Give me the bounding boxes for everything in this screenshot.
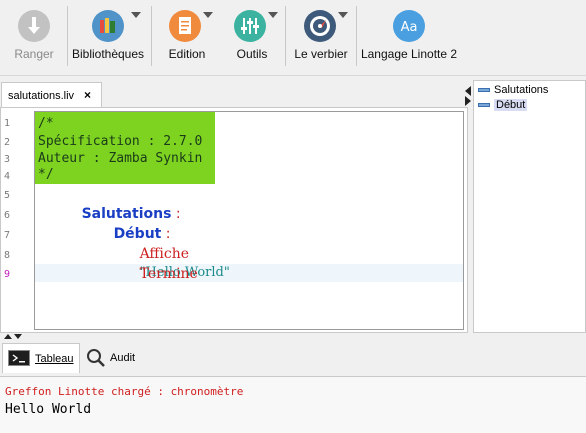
collapse-left-arrow-icon[interactable] xyxy=(465,86,471,96)
tab-audit-label: Audit xyxy=(110,352,136,364)
code-line: Auteur : Zamba Synkin xyxy=(38,151,203,166)
bibliotheques-label: Bibliothèques xyxy=(71,47,145,61)
splitter-up-arrow-icon[interactable] xyxy=(4,334,12,339)
sliders-icon xyxy=(234,10,266,42)
outline-item-label: Salutations xyxy=(494,84,549,96)
code-editor[interactable]: 1 2 3 4 5 6 7 8 9 /* Spécification : 2.7… xyxy=(0,107,468,333)
line-number: 5 xyxy=(4,190,11,201)
outline-item-salutations[interactable]: Salutations xyxy=(478,84,548,98)
outline-item-debut[interactable]: Début xyxy=(478,99,528,113)
line-number: 8 xyxy=(4,250,11,261)
outils-label: Outils xyxy=(236,47,268,61)
le-verbier-label: Le verbier xyxy=(294,47,348,61)
outils-button[interactable]: Outils xyxy=(222,0,282,74)
line-number: 1 xyxy=(4,118,11,129)
ranger-label: Ranger xyxy=(14,47,54,61)
editor-tabbar: salutations.liv × xyxy=(0,80,468,108)
current-line-highlight xyxy=(35,264,463,282)
chevron-down-icon[interactable] xyxy=(131,12,141,18)
chevron-down-icon[interactable] xyxy=(338,12,348,18)
code-line: Termine xyxy=(104,247,198,301)
line-number-gutter: 1 2 3 4 5 6 7 8 9 xyxy=(1,108,33,332)
bibliotheques-button[interactable]: Bibliothèques xyxy=(68,0,148,74)
verb-keyword: Termine xyxy=(139,266,198,282)
line-number: 9 xyxy=(4,269,11,280)
langage-linotte-label: Langage Linotte 2 xyxy=(360,47,458,61)
tab-tableau[interactable]: Tableau xyxy=(2,343,80,373)
svg-text:Aa: Aa xyxy=(401,20,418,35)
main-toolbar: Ranger Bibliothèques Edition Outils Le v… xyxy=(0,0,586,76)
chevron-down-icon[interactable] xyxy=(203,12,213,18)
toolbar-divider xyxy=(151,6,152,66)
le-verbier-button[interactable]: Le verbier xyxy=(290,0,352,74)
line-number: 2 xyxy=(4,137,11,148)
tab-label: salutations.liv xyxy=(8,90,75,102)
magnifier-icon xyxy=(86,348,106,371)
close-icon[interactable]: × xyxy=(84,88,91,102)
line-number: 7 xyxy=(4,230,11,241)
ranger-button[interactable]: Ranger xyxy=(6,0,62,74)
console-plugin-message: Greffon Linotte chargé : chronomètre xyxy=(5,385,244,398)
compass-icon xyxy=(304,10,336,42)
font-aa-icon: Aa xyxy=(393,10,425,42)
app-window: { "toolbar": { "buttons": [ {"label": "R… xyxy=(0,0,586,433)
tab-audit[interactable]: Audit xyxy=(82,343,140,373)
toolbar-divider xyxy=(356,6,357,66)
code-line: Spécification : 2.7.0 xyxy=(38,134,203,149)
console-output-line: Hello World xyxy=(5,402,92,417)
toolbar-divider xyxy=(285,6,286,66)
line-number: 6 xyxy=(4,210,11,221)
splitter-down-arrow-icon[interactable] xyxy=(14,334,22,339)
terminal-icon xyxy=(8,350,30,366)
books-icon xyxy=(92,10,124,42)
line-number: 4 xyxy=(4,171,11,182)
paragraph-icon xyxy=(478,88,490,93)
output-console[interactable]: Greffon Linotte chargé : chronomètre Hel… xyxy=(0,376,586,433)
code-line: */ xyxy=(38,167,54,182)
document-icon xyxy=(169,10,201,42)
expand-right-arrow-icon[interactable] xyxy=(465,96,471,106)
tab-salutations[interactable]: salutations.liv × xyxy=(1,82,102,108)
download-icon xyxy=(18,10,50,42)
panel-splitter[interactable] xyxy=(0,333,586,341)
tab-tableau-label: Tableau xyxy=(35,353,74,365)
edition-button[interactable]: Edition xyxy=(156,0,218,74)
outline-panel: Salutations Début xyxy=(473,80,586,333)
line-number: 3 xyxy=(4,154,11,165)
outline-item-label: Début xyxy=(494,99,528,111)
paragraph-icon xyxy=(478,103,490,108)
code-line: /* xyxy=(38,116,54,131)
chevron-down-icon[interactable] xyxy=(268,12,278,18)
edition-label: Edition xyxy=(168,47,206,61)
colon: : xyxy=(171,206,181,222)
code-area[interactable]: /* Spécification : 2.7.0 Auteur : Zamba … xyxy=(34,111,464,330)
langage-linotte-button[interactable]: Aa Langage Linotte 2 xyxy=(360,0,458,74)
